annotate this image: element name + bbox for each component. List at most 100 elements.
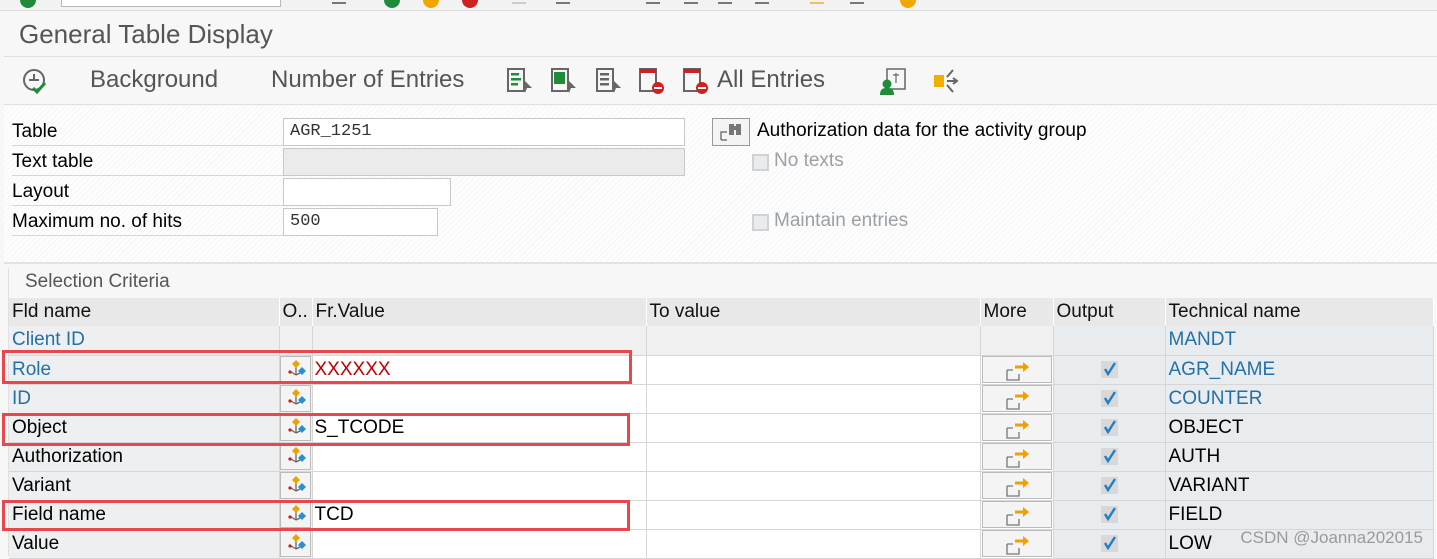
- table-row: VariantVARIANT: [9, 471, 1433, 500]
- selection-option-icon[interactable]: [280, 356, 311, 383]
- output-checkbox[interactable]: [1101, 506, 1118, 523]
- multiple-selection-button[interactable]: [982, 472, 1052, 499]
- table-label: Table: [12, 118, 287, 146]
- to-value-input[interactable]: [646, 529, 980, 558]
- table-description: Authorization data for the activity grou…: [757, 120, 1087, 142]
- col-option[interactable]: O..: [279, 298, 312, 326]
- next-page-icon[interactable]: [718, 0, 732, 4]
- delete-all-entries-icon[interactable]: [682, 67, 710, 95]
- save-icon[interactable]: [332, 0, 346, 4]
- selection-option-icon[interactable]: [280, 443, 311, 470]
- command-field[interactable]: [61, 0, 281, 7]
- back-icon[interactable]: [384, 0, 400, 8]
- field-name[interactable]: Role: [9, 355, 279, 384]
- to-value-input[interactable]: [646, 355, 980, 384]
- output-checkbox[interactable]: [1101, 390, 1118, 407]
- multiple-selection-button[interactable]: [982, 501, 1052, 528]
- from-value-input[interactable]: XXXXXX: [312, 355, 646, 384]
- output-cell: [1053, 355, 1165, 384]
- multiple-selection-button[interactable]: [982, 443, 1052, 470]
- shortcut-icon[interactable]: [850, 0, 864, 4]
- select-block-icon[interactable]: [550, 67, 578, 95]
- table-row: Field nameTCDFIELD: [9, 500, 1433, 529]
- field-name[interactable]: Client ID: [9, 326, 279, 355]
- selection-option-icon[interactable]: [280, 385, 311, 412]
- selection-criteria-title: Selection Criteria: [25, 271, 170, 293]
- select-all-icon[interactable]: [506, 67, 534, 95]
- print-icon[interactable]: [512, 0, 526, 4]
- maintain-entries-checkbox: [752, 214, 769, 231]
- execute-icon[interactable]: [21, 67, 49, 95]
- multiple-selection-button[interactable]: [982, 530, 1052, 557]
- col-fld-name[interactable]: Fld name: [9, 298, 279, 326]
- table-input[interactable]: AGR_1251: [283, 118, 685, 146]
- layout-input[interactable]: [283, 178, 451, 206]
- from-value-input[interactable]: TCD: [312, 500, 646, 529]
- option-cell: [279, 355, 312, 384]
- from-value-input[interactable]: S_TCODE: [312, 413, 646, 442]
- col-technical-name[interactable]: Technical name: [1165, 298, 1433, 326]
- technical-name: AUTH: [1165, 442, 1433, 471]
- max-hits-input[interactable]: 500: [283, 208, 438, 236]
- text-table-label: Text table: [12, 148, 287, 176]
- selection-option-icon[interactable]: [280, 472, 311, 499]
- system-toolbar: [0, 0, 1437, 11]
- field-name: Field name: [9, 500, 279, 529]
- output-checkbox[interactable]: [1101, 419, 1118, 436]
- col-more[interactable]: More: [980, 298, 1053, 326]
- from-value-input[interactable]: [312, 442, 646, 471]
- binoculars-icon[interactable]: [712, 118, 750, 146]
- user-settings-icon[interactable]: [879, 67, 907, 95]
- table-header-row: Fld name O.. Fr.Value To value More Outp…: [9, 298, 1433, 326]
- to-value-input: [646, 326, 980, 355]
- export-icon[interactable]: [932, 67, 960, 95]
- help-icon[interactable]: [900, 0, 916, 8]
- to-value-input[interactable]: [646, 413, 980, 442]
- cancel-icon[interactable]: [462, 0, 478, 8]
- selection-option-icon[interactable]: [280, 414, 311, 441]
- output-cell: [1053, 326, 1165, 355]
- to-value-input[interactable]: [646, 471, 980, 500]
- from-value-input[interactable]: [312, 529, 646, 558]
- multiple-selection-button[interactable]: [982, 414, 1052, 441]
- multiple-selection-button[interactable]: [982, 385, 1052, 412]
- delete-selection-icon[interactable]: [638, 67, 666, 95]
- option-cell: [279, 471, 312, 500]
- last-page-icon[interactable]: [755, 0, 769, 4]
- field-name: Authorization: [9, 442, 279, 471]
- field-name[interactable]: ID: [9, 384, 279, 413]
- selection-option-icon[interactable]: [280, 530, 311, 557]
- table-row: RoleXXXXXXAGR_NAME: [9, 355, 1433, 384]
- new-session-icon[interactable]: [810, 0, 824, 4]
- to-value-input[interactable]: [646, 384, 980, 413]
- prev-page-icon[interactable]: [684, 0, 698, 4]
- find-icon[interactable]: [556, 0, 570, 4]
- deselect-all-icon[interactable]: [595, 67, 623, 95]
- more-cell: [980, 442, 1053, 471]
- all-entries-button[interactable]: All Entries: [717, 66, 825, 94]
- enter-icon[interactable]: [20, 0, 36, 8]
- from-value-input[interactable]: [312, 471, 646, 500]
- multiple-selection-button[interactable]: [982, 356, 1052, 383]
- col-output[interactable]: Output: [1053, 298, 1165, 326]
- output-checkbox[interactable]: [1101, 477, 1118, 494]
- table-row: ObjectS_TCODEOBJECT: [9, 413, 1433, 442]
- col-from-value[interactable]: Fr.Value: [312, 298, 646, 326]
- output-checkbox[interactable]: [1101, 535, 1118, 552]
- selection-option-icon[interactable]: [280, 501, 311, 528]
- from-value-input: [312, 326, 646, 355]
- number-of-entries-button[interactable]: Number of Entries: [271, 66, 464, 94]
- output-checkbox[interactable]: [1101, 361, 1118, 378]
- from-value-input[interactable]: [312, 384, 646, 413]
- technical-name: VARIANT: [1165, 471, 1433, 500]
- watermark: CSDN @Joanna202015: [1240, 528, 1423, 548]
- exit-icon[interactable]: [423, 0, 439, 8]
- to-value-input[interactable]: [646, 442, 980, 471]
- to-value-input[interactable]: [646, 500, 980, 529]
- output-checkbox[interactable]: [1101, 448, 1118, 465]
- background-button[interactable]: Background: [90, 66, 218, 94]
- first-page-icon[interactable]: [646, 0, 660, 4]
- table-row: Client IDMANDT: [9, 326, 1433, 355]
- col-to-value[interactable]: To value: [646, 298, 980, 326]
- max-hits-label: Maximum no. of hits: [12, 208, 287, 236]
